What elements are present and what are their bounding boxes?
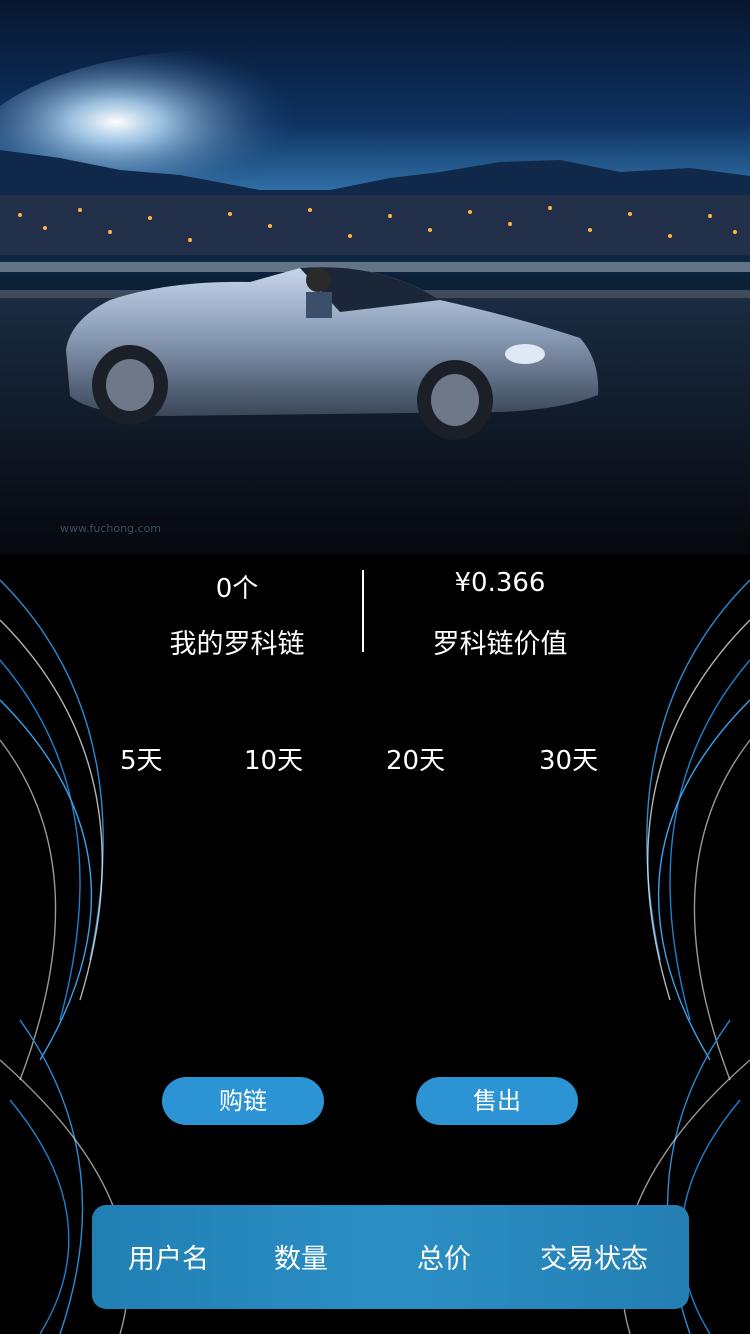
hero-banner: www.fuchong.com xyxy=(0,0,750,555)
period-tabs: 5天 10天 20天 30天 xyxy=(0,740,750,780)
column-username: 用户名 xyxy=(128,1244,209,1275)
column-trade-status: 交易状态 xyxy=(540,1244,648,1275)
chain-price-label: 罗科链价值 xyxy=(432,629,568,660)
buy-button[interactable]: 购链 xyxy=(162,1077,324,1125)
tab-5-days[interactable]: 5天 xyxy=(120,740,163,777)
watermark-text: www.fuchong.com xyxy=(60,522,162,535)
my-chain-count: 0个 xyxy=(215,574,259,604)
column-total-price: 总价 xyxy=(417,1244,471,1275)
sell-button[interactable]: 售出 xyxy=(416,1077,578,1125)
column-quantity: 数量 xyxy=(274,1244,328,1275)
my-chain-label: 我的罗科链 xyxy=(169,629,305,660)
chain-price-value: ¥0.366 xyxy=(454,568,546,598)
tab-10-days[interactable]: 10天 xyxy=(244,740,303,777)
tab-20-days[interactable]: 20天 xyxy=(386,740,445,777)
tab-30-days[interactable]: 30天 xyxy=(539,740,598,777)
holdings-stats: 0个 我的罗科链 ¥0.366 罗科链价值 xyxy=(0,560,750,670)
hero-car-illustration xyxy=(0,50,750,555)
transaction-table-header: 用户名 数量 总价 交易状态 xyxy=(92,1205,689,1309)
